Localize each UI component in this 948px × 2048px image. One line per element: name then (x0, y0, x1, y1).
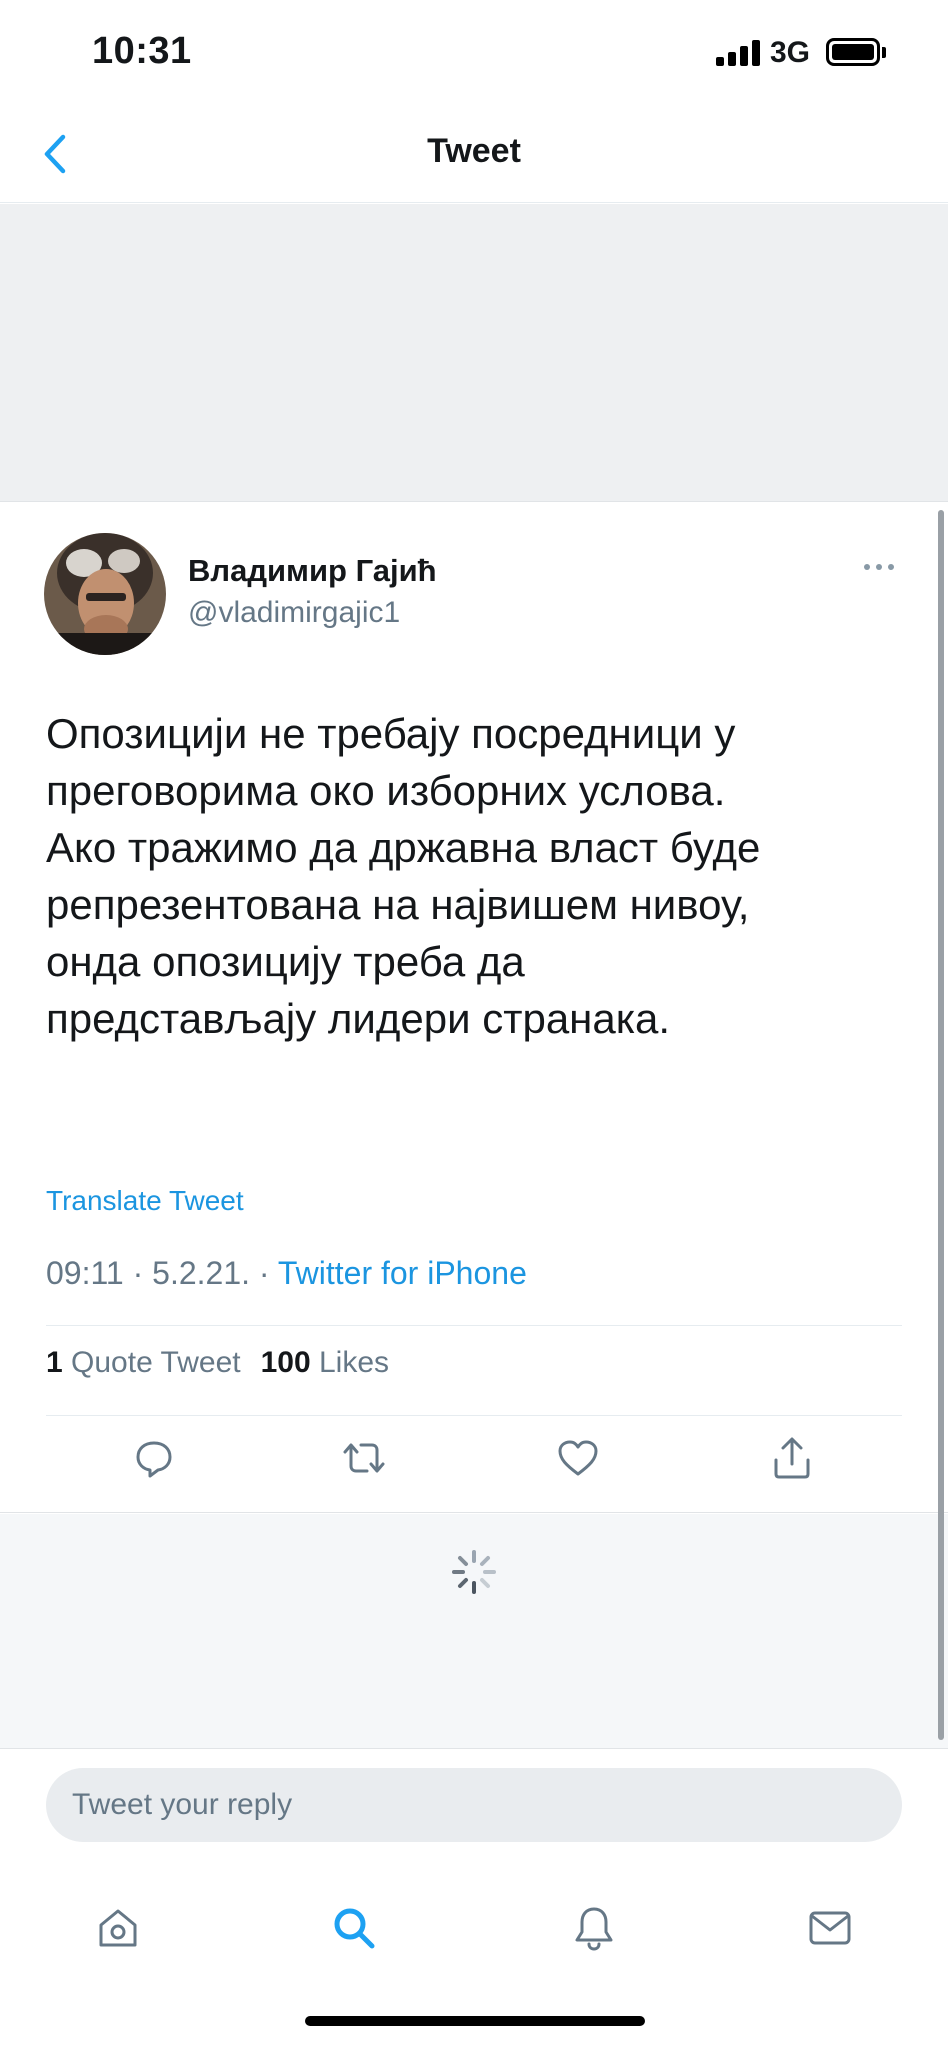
tweet-card: Владимир Гајић @vladimirgajic1 Опозицији… (0, 503, 948, 1513)
like-label: Likes (319, 1346, 390, 1379)
divider (46, 1325, 902, 1326)
tab-messages[interactable] (800, 1898, 860, 1958)
battery-icon (826, 38, 880, 66)
mail-icon (809, 1911, 851, 1945)
display-name[interactable]: Владимир Гајић (188, 553, 437, 589)
tab-home[interactable] (88, 1898, 148, 1958)
parent-tweet-placeholder (0, 204, 948, 502)
meta-separator: · (258, 1255, 278, 1291)
replies-area (0, 1514, 948, 1749)
quote-tweets-stat[interactable]: 1 Quote Tweet (46, 1346, 241, 1380)
home-icon (99, 1909, 137, 1947)
retweet-icon (343, 1443, 385, 1473)
bell-icon (575, 1907, 613, 1951)
tab-notifications[interactable] (564, 1898, 624, 1958)
status-time: 10:31 (92, 30, 192, 72)
tab-bar (0, 1858, 948, 2048)
tab-search[interactable] (324, 1898, 384, 1958)
reply-bar (0, 1750, 948, 1858)
nav-header: Tweet (0, 108, 948, 203)
tweet-date: 5.2.21. (152, 1255, 250, 1291)
network-type: 3G (770, 36, 811, 69)
home-indicator[interactable] (305, 2016, 645, 2026)
share-button[interactable] (762, 1428, 822, 1488)
avatar[interactable] (44, 533, 166, 655)
reply-input[interactable] (46, 1768, 902, 1842)
likes-stat[interactable]: 100 Likes (261, 1346, 389, 1380)
status-bar: 10:31 3G (0, 0, 948, 108)
divider (46, 1415, 902, 1416)
signal-strength-icon (716, 40, 762, 66)
reply-button[interactable] (124, 1428, 184, 1488)
more-options-button[interactable] (864, 559, 904, 575)
reply-icon (136, 1441, 172, 1478)
quote-label: Quote Tweet (71, 1346, 241, 1379)
retweet-button[interactable] (334, 1428, 394, 1488)
tweet-meta: 09:11 · 5.2.21. · Twitter for iPhone (46, 1255, 527, 1292)
meta-separator: · (132, 1255, 153, 1291)
search-icon (334, 1908, 375, 1949)
page-title: Tweet (427, 132, 521, 170)
battery-cap (882, 47, 886, 58)
share-icon (774, 1437, 810, 1479)
translate-tweet-link[interactable]: Translate Tweet (46, 1185, 244, 1217)
tweet-stats: 1 Quote Tweet 100 Likes (46, 1346, 389, 1380)
tweet-detail-screen: 10:31 3G Tweet Владимир Гајић @vladimirg… (0, 0, 948, 2048)
spinner-icon (452, 1550, 496, 1594)
scrollbar[interactable] (938, 510, 944, 1740)
username[interactable]: @vladimirgajic1 (188, 596, 400, 630)
like-count: 100 (260, 1346, 311, 1379)
tweet-time: 09:11 (46, 1255, 124, 1291)
more-horizontal-icon (864, 564, 870, 570)
tweet-text: Опозицији не требају посредници у прегов… (46, 710, 761, 1042)
quote-count: 1 (46, 1346, 63, 1379)
tweet-bottom-border (0, 1512, 948, 1513)
tweet-source-link[interactable]: Twitter for iPhone (278, 1255, 527, 1291)
tweet-actions (0, 1428, 948, 1488)
heart-icon (558, 1440, 598, 1476)
like-button[interactable] (548, 1428, 608, 1488)
